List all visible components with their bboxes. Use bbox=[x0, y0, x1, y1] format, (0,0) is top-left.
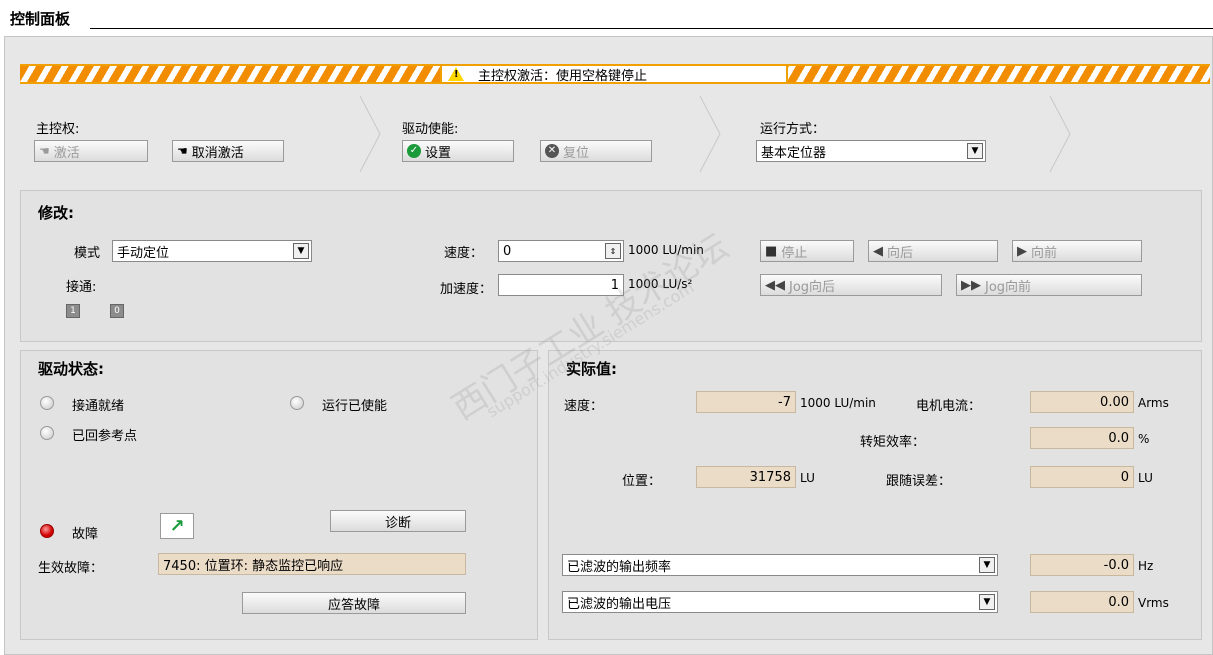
double-arrow-right-icon: ▶▶ bbox=[961, 277, 981, 293]
stop-button[interactable]: ■ 停止 bbox=[760, 240, 854, 262]
output-voltage-select[interactable]: 已滤波的输出电压 ▼ bbox=[562, 591, 998, 613]
acknowledge-fault-button[interactable]: 应答故障 bbox=[242, 592, 466, 614]
jog-forward-button[interactable]: ▶▶ Jog向前 bbox=[956, 274, 1142, 296]
output-frequency-select[interactable]: 已滤波的输出频率 ▼ bbox=[562, 554, 998, 576]
output-voltage-unit: Vrms bbox=[1138, 596, 1169, 610]
following-error-label: 跟随误差： bbox=[886, 474, 952, 489]
x-icon: ✕ bbox=[545, 144, 559, 158]
stepper-icon[interactable]: ⇕ bbox=[605, 243, 621, 259]
diagnostics-jump-button[interactable]: ↗ bbox=[160, 513, 194, 539]
double-arrow-left-icon: ◀◀ bbox=[765, 277, 785, 293]
fault-label: 故障 bbox=[72, 527, 99, 542]
ready-indicator bbox=[40, 396, 54, 410]
actual-speed-value: -7 bbox=[696, 391, 796, 413]
active-fault-field: 7450: 位置环: 静态监控已响应 bbox=[158, 553, 466, 575]
chevron-down-icon: ▼ bbox=[979, 557, 995, 573]
position-value: 31758 bbox=[696, 466, 796, 488]
following-error-unit: LU bbox=[1138, 471, 1153, 485]
run-mode-select[interactable]: 基本定位器 ▼ bbox=[756, 140, 986, 162]
connect-1-button[interactable]: 1 bbox=[66, 304, 80, 318]
actual-speed-label: 速度： bbox=[564, 399, 604, 414]
jog-back-button[interactable]: ◀◀ Jog向后 bbox=[760, 274, 942, 296]
position-label: 位置： bbox=[622, 474, 662, 489]
referenced-label: 已回参考点 bbox=[72, 429, 138, 444]
output-voltage-value: 0.0 bbox=[1030, 591, 1134, 613]
reset-button[interactable]: ✕ 复位 bbox=[540, 140, 652, 162]
warning-banner: ! 主控权激活：使用空格键停止 bbox=[440, 64, 788, 84]
ready-label: 接通就绪 bbox=[72, 399, 125, 414]
mode-label: 模式 bbox=[74, 246, 101, 261]
hand-icon: ☚ bbox=[39, 144, 50, 158]
diagnose-button[interactable]: 诊断 bbox=[330, 510, 466, 532]
chevron-down-icon: ▼ bbox=[293, 243, 309, 259]
motor-current-unit: Arms bbox=[1138, 396, 1169, 410]
activate-button[interactable]: ☚ 激活 bbox=[34, 140, 148, 162]
check-icon: ✓ bbox=[407, 144, 421, 158]
modify-title: 修改: bbox=[38, 204, 74, 222]
run-enabled-label: 运行已使能 bbox=[322, 399, 388, 414]
warning-triangle-icon: ! bbox=[448, 67, 464, 81]
chevron-down-icon: ▼ bbox=[979, 594, 995, 610]
torque-label: 转矩效率： bbox=[860, 435, 926, 450]
stop-icon: ■ bbox=[765, 243, 778, 259]
master-label: 主控权: bbox=[36, 122, 80, 137]
motor-current-label: 电机电流： bbox=[916, 399, 982, 414]
actual-speed-unit: 1000 LU/min bbox=[800, 396, 876, 410]
arrow-left-icon: ◀ bbox=[873, 243, 883, 259]
referenced-indicator bbox=[40, 426, 54, 440]
connect-label: 接通: bbox=[66, 280, 97, 295]
page-title: 控制面板 bbox=[10, 10, 71, 28]
warning-text: 主控权激活：使用空格键停止 bbox=[478, 68, 648, 84]
active-fault-label: 生效故障： bbox=[38, 561, 104, 576]
fault-indicator bbox=[40, 524, 54, 538]
set-button[interactable]: ✓ 设置 bbox=[402, 140, 514, 162]
motor-current-value: 0.00 bbox=[1030, 391, 1134, 413]
deactivate-icon: ☚ bbox=[177, 144, 188, 158]
backward-button[interactable]: ◀ 向后 bbox=[868, 240, 998, 262]
arrow-right-icon: ▶ bbox=[1017, 243, 1027, 259]
drive-status-title: 驱动状态: bbox=[38, 360, 104, 378]
connect-0-button[interactable]: 0 bbox=[110, 304, 124, 318]
mode-select[interactable]: 手动定位 ▼ bbox=[112, 240, 312, 262]
position-unit: LU bbox=[800, 471, 815, 485]
torque-value: 0.0 bbox=[1030, 427, 1134, 449]
accel-label: 加速度： bbox=[440, 282, 493, 297]
output-frequency-unit: Hz bbox=[1138, 559, 1154, 573]
run-enabled-indicator bbox=[290, 396, 304, 410]
chevron-down-icon: ▼ bbox=[967, 143, 983, 159]
arrow-up-right-icon: ↗ bbox=[169, 515, 185, 537]
forward-button[interactable]: ▶ 向前 bbox=[1012, 240, 1142, 262]
run-mode-label: 运行方式： bbox=[760, 122, 826, 137]
speed-label: 速度： bbox=[444, 246, 484, 261]
speed-input[interactable]: 0 ⇕ bbox=[498, 240, 624, 262]
torque-unit: % bbox=[1138, 432, 1150, 446]
deactivate-button[interactable]: ☚ 取消激活 bbox=[172, 140, 284, 162]
title-underline bbox=[90, 28, 1213, 29]
output-frequency-value: -0.0 bbox=[1030, 554, 1134, 576]
drive-enable-label: 驱动使能: bbox=[402, 122, 459, 137]
following-error-value: 0 bbox=[1030, 466, 1134, 488]
